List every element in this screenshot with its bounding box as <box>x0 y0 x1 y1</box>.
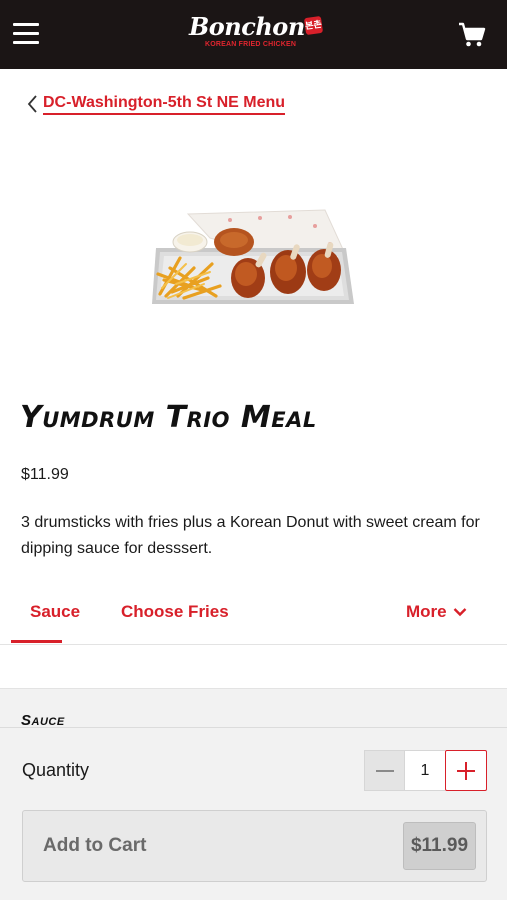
tab-sauce[interactable]: Sauce <box>30 602 80 622</box>
option-tabs: Sauce Choose Fries More <box>0 590 507 645</box>
chevron-down-icon <box>453 608 466 617</box>
add-to-cart-price: $11.99 <box>403 822 476 870</box>
quantity-label: Quantity <box>22 760 90 780</box>
decrease-quantity-button[interactable] <box>364 750 405 791</box>
quantity-value[interactable]: 1 <box>405 750 445 791</box>
active-tab-indicator <box>11 640 62 643</box>
shopping-cart-icon[interactable] <box>458 22 486 48</box>
add-to-cart-footer: Quantity 1 Add to Cart $11.99 <box>0 727 507 900</box>
hamburger-menu-icon[interactable] <box>13 23 39 45</box>
minus-icon <box>375 769 394 772</box>
tab-more-label: More <box>406 602 447 621</box>
product-price: $11.99 <box>21 466 69 483</box>
back-to-menu-link[interactable]: DC-Washington-5th St NE Menu <box>26 91 286 117</box>
product-description: 3 drumsticks with fries plus a Korean Do… <box>21 514 480 557</box>
increase-quantity-button[interactable] <box>445 750 487 791</box>
brand-name: Bonchon <box>189 12 305 41</box>
tab-more[interactable]: More <box>406 602 467 622</box>
tab-choose-fries[interactable]: Choose Fries <box>121 602 229 622</box>
add-to-cart-label: Add to Cart <box>43 835 147 856</box>
quantity-stepper: 1 <box>364 750 487 791</box>
plus-icon <box>457 761 475 780</box>
site-header: Bonchon 본촌 KOREAN FRIED CHICKEN <box>0 0 507 69</box>
product-title: Yumdrum Trio Meal <box>20 400 317 435</box>
breadcrumb-label: DC-Washington-5th St NE Menu <box>43 94 286 115</box>
brand-badge: 본촌 <box>303 15 324 36</box>
add-to-cart-button[interactable]: Add to Cart $11.99 <box>22 810 487 882</box>
chevron-left-icon <box>27 95 37 113</box>
brand-tagline: KOREAN FRIED CHICKEN <box>205 41 297 48</box>
brand-logo[interactable]: Bonchon 본촌 KOREAN FRIED CHICKEN <box>189 12 325 56</box>
meal-tray-image <box>150 208 360 318</box>
